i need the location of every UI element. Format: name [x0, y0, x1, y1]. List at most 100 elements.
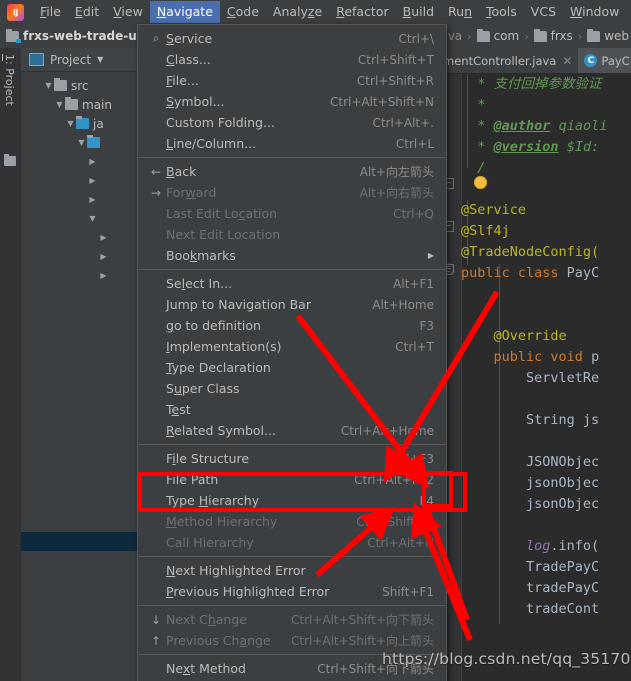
menu-item-related-symbol[interactable]: Related Symbol... Ctrl+Alt+Home: [138, 420, 446, 441]
tree-row[interactable]: [21, 380, 138, 399]
tree-row[interactable]: [21, 266, 138, 285]
menu-item-custom-folding[interactable]: Custom Folding... Ctrl+Alt+.: [138, 112, 446, 133]
code-token: $Id:: [558, 139, 600, 155]
tree-expand-arrow-closed[interactable]: [87, 176, 98, 185]
menu-item-back[interactable]: ← Back Alt+向左箭头: [138, 161, 446, 182]
code-editor[interactable]: − − − Ⓒ * 支付回掉参数验证 * * @author qiaoli * …: [437, 74, 631, 681]
menu-bar-item-file[interactable]: File: [33, 1, 68, 23]
menu-bar-item-analyze[interactable]: Analyze: [266, 1, 329, 23]
menu-item-previous-highlighted-error[interactable]: Previous Highlighted Error Shift+F1: [138, 581, 446, 602]
menu-item-last-edit-location[interactable]: Last Edit Location Ctrl+Q: [138, 203, 446, 224]
tree-row[interactable]: [21, 418, 138, 437]
navigate-dropdown-menu[interactable]: ⌕ Service Ctrl+\ Class... Ctrl+Shift+T File..…: [137, 24, 447, 681]
menu-bar-item-build[interactable]: Build: [396, 1, 441, 23]
menu-item-select-in[interactable]: Select In... Alt+F1: [138, 273, 446, 294]
project-panel-header[interactable]: Project ▼: [21, 48, 138, 72]
tree-row[interactable]: [21, 228, 138, 247]
menu-bar-item-help[interactable]: Help: [626, 1, 631, 23]
menu-item-test[interactable]: Test: [138, 399, 446, 420]
menu-item-super-class[interactable]: Super Class: [138, 378, 446, 399]
arrow-right-icon: →: [150, 185, 162, 200]
breadcrumb-crumb-com[interactable]: com: [494, 29, 520, 43]
tool-window-button-project[interactable]: 1: Project: [3, 54, 16, 106]
tree-row[interactable]: [21, 475, 138, 494]
menu-bar-item-code[interactable]: Code: [220, 1, 266, 23]
close-icon[interactable]: ✕: [562, 54, 572, 68]
menu-item-jump-to-navigation-bar[interactable]: Jump to Navigation Bar Alt+Home: [138, 294, 446, 315]
tree-row[interactable]: [21, 190, 138, 209]
tree-expand-arrow-open[interactable]: [54, 100, 65, 109]
tree-row[interactable]: [21, 304, 138, 323]
tree-row[interactable]: [21, 570, 138, 589]
tree-row[interactable]: [21, 437, 138, 456]
menu-item-file-path[interactable]: File Path Ctrl+Alt+F12: [138, 469, 446, 490]
tree-row[interactable]: [21, 285, 138, 304]
menu-bar-item-vcs[interactable]: VCS: [524, 1, 563, 23]
menu-item-file[interactable]: File... Ctrl+Shift+R: [138, 70, 446, 91]
tree-row[interactable]: [21, 494, 138, 513]
menu-item-class[interactable]: Class... Ctrl+Shift+T: [138, 49, 446, 70]
menu-item-next-change[interactable]: ↓ Next Change Ctrl+Alt+Shift+向下箭头: [138, 609, 446, 630]
tree-row[interactable]: [21, 323, 138, 342]
tree-row[interactable]: [21, 532, 138, 551]
menu-item-service[interactable]: ⌕ Service Ctrl+\: [138, 28, 446, 49]
project-breadcrumb[interactable]: frxs-web-trade-us: [0, 29, 146, 43]
menu-item-implementation-s[interactable]: Implementation(s) Ctrl+T: [138, 336, 446, 357]
menu-item-previous-change[interactable]: ↑ Previous Change Ctrl+Alt+Shift+向上箭头: [138, 630, 446, 651]
tree-row[interactable]: [21, 646, 138, 665]
menu-bar-item-run[interactable]: Run: [441, 1, 479, 23]
tree-row[interactable]: [21, 627, 138, 646]
chevron-down-icon[interactable]: ▼: [97, 55, 103, 64]
tree-row[interactable]: [21, 247, 138, 266]
tree-row[interactable]: [21, 456, 138, 475]
breadcrumb-crumb-web[interactable]: web: [604, 29, 629, 43]
tree-expand-arrow-closed[interactable]: [98, 252, 109, 261]
tree-row[interactable]: [21, 608, 138, 627]
menu-item-method-hierarchy[interactable]: Method Hierarchy Ctrl+Shift+H: [138, 511, 446, 532]
menu-bar-item-navigate[interactable]: Navigate: [149, 1, 220, 23]
menu-item-forward[interactable]: → Forward Alt+向右箭头: [138, 182, 446, 203]
menu-item-type-hierarchy[interactable]: Type Hierarchy F4: [138, 490, 446, 511]
menu-bar-item-tools[interactable]: Tools: [479, 1, 524, 23]
tree-expand-arrow-closed[interactable]: [87, 195, 98, 204]
tree-expand-arrow-open[interactable]: [43, 81, 54, 90]
tree-row[interactable]: main: [21, 95, 138, 114]
menu-item-type-declaration[interactable]: Type Declaration: [138, 357, 446, 378]
breadcrumb-crumb-frxs[interactable]: frxs: [551, 29, 573, 43]
tree-row[interactable]: [21, 209, 138, 228]
tree-row[interactable]: [21, 589, 138, 608]
tree-expand-arrow-open[interactable]: [65, 119, 76, 128]
menu-bar-item-window[interactable]: Window: [563, 1, 626, 23]
tree-row[interactable]: ja: [21, 114, 138, 133]
menu-bar-item-view[interactable]: View: [106, 1, 150, 23]
menu-item-line-column[interactable]: Line/Column... Ctrl+L: [138, 133, 446, 154]
tree-row[interactable]: [21, 342, 138, 361]
menu-item-bookmarks[interactable]: Bookmarks ▶: [138, 245, 446, 266]
menu-item-label: Forward: [166, 185, 217, 200]
menu-item-next-edit-location[interactable]: Next Edit Location: [138, 224, 446, 245]
menu-item-symbol[interactable]: Symbol... Ctrl+Alt+Shift+N: [138, 91, 446, 112]
tree-expand-arrow-open[interactable]: [87, 214, 98, 223]
tree-row[interactable]: [21, 399, 138, 418]
menu-item-next-highlighted-error[interactable]: Next Highlighted Error: [138, 560, 446, 581]
tree-row[interactable]: [21, 133, 138, 152]
menu-bar-item-edit[interactable]: Edit: [68, 1, 106, 23]
editor-tab-payment-controller[interactable]: mentController.java ✕: [437, 48, 579, 73]
tree-expand-arrow-closed[interactable]: [87, 157, 98, 166]
tree-row[interactable]: [21, 171, 138, 190]
menu-item-go-to-definition[interactable]: go to definition F3: [138, 315, 446, 336]
menu-bar-item-refactor[interactable]: Refactor: [329, 1, 395, 23]
tree-row[interactable]: [21, 152, 138, 171]
tree-row[interactable]: [21, 665, 138, 681]
menu-item-file-structure[interactable]: File Structure Ctrl+F3: [138, 448, 446, 469]
tree-row[interactable]: [21, 361, 138, 380]
tree-expand-arrow-closed[interactable]: [98, 233, 109, 242]
menu-item-call-hierarchy[interactable]: Call Hierarchy Ctrl+Alt+H: [138, 532, 446, 553]
tree-expand-arrow-closed[interactable]: [98, 271, 109, 280]
tree-row[interactable]: [21, 551, 138, 570]
project-tree[interactable]: src main ja: [21, 72, 138, 681]
tree-row[interactable]: [21, 513, 138, 532]
tree-row[interactable]: src: [21, 76, 138, 95]
editor-tab-payc[interactable]: C PayC: [578, 48, 631, 73]
tree-expand-arrow-open[interactable]: [76, 138, 87, 147]
